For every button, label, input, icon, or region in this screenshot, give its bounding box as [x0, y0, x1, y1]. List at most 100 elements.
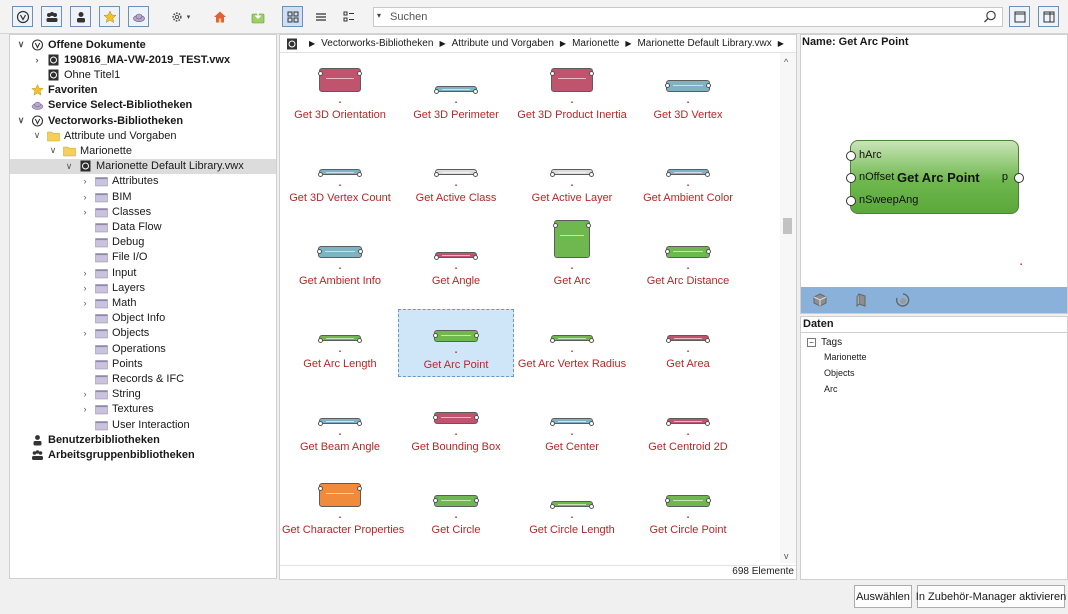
search-icon[interactable] — [982, 9, 998, 25]
resource-item[interactable]: ▪ Get Character Properties — [282, 475, 404, 543]
tags-node[interactable]: − Tags — [807, 337, 842, 348]
tree-item[interactable]: Data Flow — [10, 219, 276, 234]
front-view-button[interactable] — [853, 292, 871, 308]
home-button[interactable] — [209, 6, 230, 27]
vertical-scrollbar[interactable]: ^ v — [780, 53, 796, 563]
resource-item[interactable]: ▪ Get Ambient Info — [282, 226, 398, 294]
resource-item[interactable]: ▪ Get Beam Angle — [282, 392, 398, 460]
resource-item[interactable]: ▪ Get Circle — [398, 475, 514, 543]
breadcrumb-item[interactable]: Vectorworks-Bibliotheken — [321, 38, 433, 49]
resource-item[interactable]: ▪ Get 3D Product Inertia — [514, 60, 630, 128]
select-button[interactable]: Auswählen — [854, 585, 912, 608]
tree-item[interactable]: Records & IFC — [10, 371, 276, 386]
favorites-button[interactable] — [99, 6, 120, 27]
tree-item[interactable]: Benutzerbibliotheken — [10, 432, 276, 447]
search-field[interactable]: ▾ Suchen — [373, 7, 1003, 27]
list-view-button[interactable] — [310, 6, 331, 27]
resource-item[interactable]: ▪ Get 3D Vertex — [630, 60, 746, 128]
breadcrumb-item[interactable]: Marionette Default Library.vwx — [637, 38, 771, 49]
tree-item[interactable]: › Classes — [10, 204, 276, 219]
chevron-right-icon[interactable]: › — [80, 283, 90, 293]
resource-item[interactable]: ▪ Get Arc — [514, 220, 630, 294]
search-options-dropdown-icon[interactable]: ▾ — [377, 11, 381, 20]
activate-in-manager-button[interactable]: In Zubehör-Manager aktivieren — [916, 585, 1066, 608]
user-libraries-button[interactable] — [70, 6, 91, 27]
tree-item[interactable]: › BIM — [10, 189, 276, 204]
chevron-right-icon[interactable]: › — [80, 389, 90, 399]
resource-item[interactable]: ▪ Get Centroid 2D — [630, 392, 746, 460]
split-pane-button[interactable] — [1038, 6, 1059, 27]
chevron-down-icon[interactable]: ∨ — [16, 115, 26, 126]
chevron-right-icon[interactable]: › — [80, 207, 90, 217]
breadcrumb-item[interactable]: Marionette — [572, 38, 619, 49]
resource-item[interactable]: ▪ Get Circle Length — [514, 475, 630, 543]
resource-item[interactable]: ▪ Get Active Layer — [514, 143, 630, 211]
tree-item[interactable]: › Layers — [10, 280, 276, 295]
resource-item[interactable]: ▪ Get Arc Length — [282, 309, 398, 377]
thumbnail-view-button[interactable] — [282, 6, 303, 27]
resource-item-label: Get 3D Orientation — [294, 109, 386, 121]
resource-item[interactable]: ▪ Get 3D Perimeter — [398, 60, 514, 128]
tree-item[interactable]: › Attributes — [10, 174, 276, 189]
collapse-icon[interactable]: − — [807, 338, 816, 347]
tree-item[interactable]: ∨ Attribute und Vorgaben — [10, 128, 276, 143]
tree-item[interactable]: File I/O — [10, 250, 276, 265]
tree-item[interactable]: User Interaction — [10, 417, 276, 432]
tree-item[interactable]: › Objects — [10, 326, 276, 341]
chevron-right-icon[interactable]: › — [80, 268, 90, 278]
scroll-up-icon[interactable]: ^ — [784, 57, 788, 67]
tree-item[interactable]: › 190816_MA-VW-2019_TEST.vwx — [10, 52, 276, 67]
resource-item[interactable]: ▪ Get Ambient Color — [630, 143, 746, 211]
breadcrumb-item[interactable]: Attribute und Vorgaben — [452, 38, 554, 49]
resource-item[interactable]: ▪ Get Circle Point — [630, 475, 746, 543]
resource-item[interactable] — [282, 558, 398, 565]
import-button[interactable] — [247, 6, 268, 27]
tree-item[interactable]: Ohne Titel1 — [10, 67, 276, 82]
resource-item[interactable]: ▪ Get Arc Vertex Radius — [514, 309, 630, 377]
resource-item[interactable]: ▪ Get Center — [514, 392, 630, 460]
settings-dropdown-button[interactable]: ▾ — [165, 6, 195, 27]
tree-item[interactable]: ∨ Vectorworks-Bibliotheken — [10, 113, 276, 128]
tree-item[interactable]: Favoriten — [10, 83, 276, 98]
single-pane-button[interactable] — [1009, 6, 1030, 27]
service-select-button[interactable] — [128, 6, 149, 27]
resource-item[interactable]: ▪ Get Bounding Box — [398, 392, 514, 460]
tree-item[interactable]: ∨ Marionette — [10, 143, 276, 158]
chevron-right-icon[interactable]: › — [80, 176, 90, 186]
chevron-down-icon[interactable]: ∨ — [32, 130, 42, 141]
resource-item[interactable]: ▪ Get Area — [630, 309, 746, 377]
tree-item[interactable]: Object Info — [10, 311, 276, 326]
resource-item[interactable]: ▪ Get 3D Orientation — [282, 60, 398, 128]
tree-item[interactable]: › Math — [10, 295, 276, 310]
tree-item[interactable]: Operations — [10, 341, 276, 356]
chevron-right-icon[interactable]: › — [80, 298, 90, 308]
tree-item[interactable]: › String — [10, 387, 276, 402]
resource-item[interactable]: ▪ Get Angle — [398, 226, 514, 294]
scrollbar-thumb[interactable] — [783, 218, 792, 234]
tree-item[interactable]: ∨ Offene Dokumente — [10, 37, 276, 52]
tree-item[interactable]: Service Select-Bibliotheken — [10, 98, 276, 113]
tree-item[interactable]: Arbeitsgruppenbibliotheken — [10, 447, 276, 462]
chevron-right-icon[interactable]: › — [80, 404, 90, 414]
resource-item[interactable]: ▪ Get Active Class — [398, 143, 514, 211]
detail-view-button[interactable] — [338, 6, 359, 27]
vectorworks-libraries-button[interactable] — [12, 6, 33, 27]
chevron-right-icon[interactable]: › — [32, 55, 42, 65]
tree-item[interactable]: Debug — [10, 235, 276, 250]
tree-item[interactable]: › Textures — [10, 402, 276, 417]
chevron-right-icon[interactable]: › — [80, 192, 90, 202]
chevron-down-icon[interactable]: ∨ — [48, 145, 58, 156]
chevron-down-icon[interactable]: ∨ — [16, 39, 26, 50]
tree-item[interactable]: Points — [10, 356, 276, 371]
tree-item[interactable]: › Input — [10, 265, 276, 280]
workgroup-libraries-button[interactable] — [41, 6, 62, 27]
chevron-right-icon[interactable]: › — [80, 328, 90, 338]
scroll-down-icon[interactable]: v — [784, 551, 789, 561]
tree-item[interactable]: ∨ Marionette Default Library.vwx — [10, 158, 276, 174]
resource-item[interactable]: ▪ Get 3D Vertex Count — [282, 143, 398, 211]
chevron-down-icon[interactable]: ∨ — [64, 161, 74, 172]
top-view-button[interactable] — [811, 292, 829, 308]
resource-item[interactable]: ▪ Get Arc Point — [398, 309, 514, 377]
rotate-view-button[interactable] — [893, 292, 911, 308]
resource-item[interactable]: ▪ Get Arc Distance — [630, 226, 746, 294]
